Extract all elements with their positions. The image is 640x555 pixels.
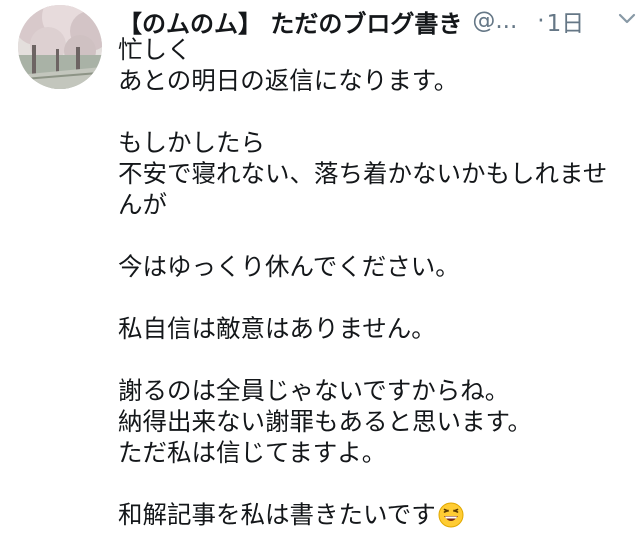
grinning-squinting-face-emoji-icon bbox=[438, 502, 464, 528]
tweet-line: 今はゆっくり休んでください。 bbox=[118, 252, 460, 281]
tweet-line: 不安で寝れない、落ち着かないかもしれませ bbox=[118, 159, 608, 188]
tweet-line: んが bbox=[118, 190, 167, 219]
tweet-line-last: 和解記事を私は書きたいです bbox=[118, 499, 633, 530]
author-handle[interactable]: @... bbox=[472, 8, 517, 34]
tweet-line: 私自信は敵意はありません。 bbox=[118, 314, 436, 343]
timestamp[interactable]: 1日 bbox=[547, 4, 585, 38]
chevron-down-icon[interactable] bbox=[616, 8, 638, 30]
tweet-line: 忙しく bbox=[118, 35, 192, 64]
tweet-line-text: 和解記事を私は書きたいです bbox=[118, 500, 436, 529]
tweet-line: あとの明日の返信になります。 bbox=[118, 66, 459, 95]
tweet-line: 納得出来ない謝罪もあると思います。 bbox=[118, 407, 533, 436]
tweet-line: もしかしたら bbox=[118, 128, 265, 157]
tweet-line: 謝るのは全員じゃないですからね。 bbox=[118, 376, 510, 405]
tweet-line: ただ私は信じてますよ。 bbox=[118, 438, 387, 467]
tweet-card: 【のムのム】 ただのブログ書き @... · 1日 忙しく あとの明日の返信にな… bbox=[0, 0, 640, 555]
tweet-text: 忙しく あとの明日の返信になります。 もしかしたら 不安で寝れない、落ち着かない… bbox=[118, 34, 633, 530]
separator-dot: · bbox=[537, 8, 545, 34]
avatar[interactable] bbox=[18, 5, 102, 89]
